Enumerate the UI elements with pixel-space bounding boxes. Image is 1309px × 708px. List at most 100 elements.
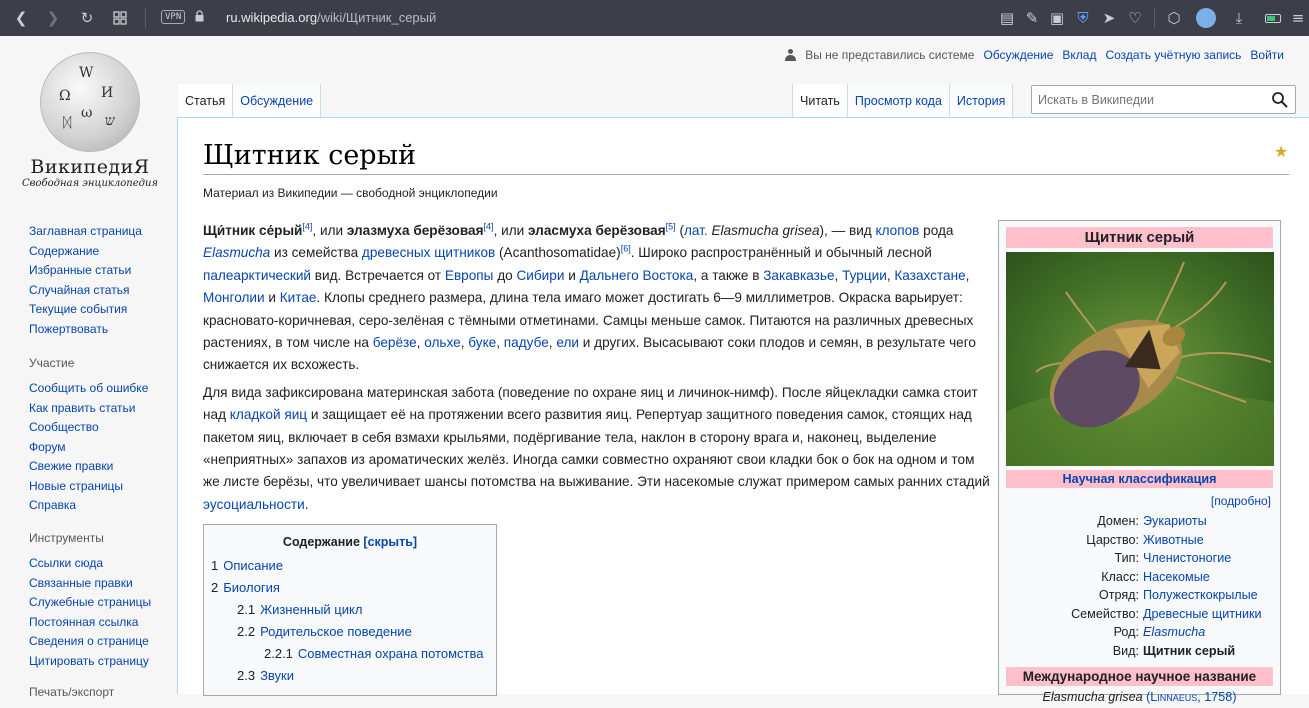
taxon-link[interactable]: Древесные щитники (1143, 605, 1280, 624)
table-of-contents: Содержание [скрыть] 1 Описание 2 Биология … (203, 524, 497, 696)
shield-icon[interactable]: ⛨ (1073, 8, 1093, 28)
forward-icon[interactable]: ❯ (43, 8, 63, 28)
download-icon[interactable]: ⤓ (1229, 8, 1249, 28)
user-icon (785, 49, 797, 61)
personal-link-talk[interactable]: Обсуждение (983, 48, 1053, 62)
toc-item[interactable]: 2.2.1 Совместная охрана потомства (211, 643, 489, 665)
send-icon[interactable]: ➤ (1099, 8, 1119, 28)
nav-link[interactable]: Текущие события (29, 300, 142, 320)
page-title: Щитник серый (203, 140, 417, 171)
toc-toggle[interactable]: [скрыть] (363, 535, 417, 549)
edit-icon[interactable]: ✎ (1022, 8, 1042, 28)
toc-item[interactable]: 2 Биология (211, 577, 489, 599)
bug-photo[interactable] (1006, 252, 1274, 466)
tab-read[interactable]: Читать (792, 84, 847, 117)
nav-link[interactable]: Сообщить об ошибке (29, 379, 148, 399)
extension-box-icon[interactable]: ⬡ (1164, 8, 1184, 28)
content-area: Щитник серый ★ Материал из Википедии — с… (177, 117, 1309, 704)
toc-item[interactable]: 2.1 Жизненный цикл (211, 599, 489, 621)
tabs-grid-icon[interactable] (110, 8, 130, 28)
namespace-tabs: Статья Обсуждение (178, 84, 322, 117)
featured-star-icon[interactable]: ★ (1274, 142, 1288, 161)
search-input[interactable] (1032, 86, 1262, 113)
title-divider (203, 174, 1289, 175)
taxon-link[interactable]: Насекомые (1143, 568, 1280, 587)
intl-name-header: Международное научное название (1006, 667, 1273, 686)
back-icon[interactable]: ❮ (11, 8, 31, 28)
taxon-row: Род: Elasmucha (999, 623, 1280, 642)
nav-link[interactable]: Форум (29, 438, 148, 458)
toc-number: 2.3 (237, 668, 256, 683)
toc-link[interactable]: Описание (223, 558, 283, 573)
tab-view-source[interactable]: Просмотр кода (846, 84, 949, 117)
toc-number: 2 (211, 580, 219, 595)
toc-number: 2.1 (237, 602, 256, 617)
taxon-link[interactable]: Животные (1143, 531, 1280, 550)
not-logged-in-text: Вы не представились системе (805, 48, 975, 62)
personal-link-contributions[interactable]: Вклад (1062, 48, 1096, 62)
personal-link-create-account[interactable]: Создать учётную запись (1105, 48, 1241, 62)
avatar[interactable] (1196, 8, 1216, 28)
nav-link[interactable]: Пожертвовать (29, 320, 142, 340)
nav-link[interactable]: Справка (29, 496, 148, 516)
nav-link[interactable]: Содержание (29, 242, 142, 262)
classification-link[interactable]: Научная классификация (1063, 472, 1217, 486)
taxon-rank: Домен: (1097, 514, 1139, 528)
nav-link[interactable]: Заглавная страница (29, 222, 142, 242)
tab-talk[interactable]: Обсуждение (232, 84, 322, 117)
toolbar-divider (145, 8, 146, 28)
toc-item[interactable]: 2.3 Звуки (211, 665, 489, 687)
logo-wordmark: ВикипедиЯ (30, 156, 150, 178)
battery-icon[interactable] (1263, 8, 1283, 28)
wikipedia-logo[interactable]: W Ω И ω ᛞ ש ВикипедиЯ Свободная энциклоп… (20, 50, 160, 195)
toc-link[interactable]: Совместная охрана потомства (298, 646, 484, 661)
nav-link[interactable]: Сведения о странице (29, 632, 151, 652)
toc-number: 1 (211, 558, 219, 573)
nav-main: Заглавная страница Содержание Избранные … (29, 222, 142, 339)
nav-link[interactable]: Служебные страницы (29, 593, 151, 613)
toc-link[interactable]: Родительское поведение (260, 624, 412, 639)
nav-link[interactable]: Новые страницы (29, 477, 148, 497)
menu-icon[interactable]: ≡ (1288, 8, 1308, 28)
infobox-more: [подробно] (999, 494, 1271, 508)
more-link[interactable]: [подробно] (1211, 494, 1271, 508)
taxon-link[interactable]: Elasmucha (1143, 623, 1280, 642)
taxon-link[interactable]: Членистоногие (1143, 549, 1280, 568)
toc-heading: Содержание [скрыть] (211, 535, 489, 549)
nav-link[interactable]: Постоянная ссылка (29, 613, 151, 633)
lock-icon[interactable] (195, 10, 204, 22)
toc-link[interactable]: Биология (223, 580, 280, 595)
tab-article[interactable]: Статья (178, 84, 233, 117)
toc-title: Содержание (282, 535, 360, 549)
nav-link[interactable]: Цитировать страницу (29, 652, 151, 672)
toc-item[interactable]: 2.2 Родительское поведение (211, 621, 489, 643)
toc-link[interactable]: Звуки (260, 668, 294, 683)
nav-link[interactable]: Как править статьи (29, 399, 148, 419)
puzzle-globe-icon: W Ω И ω ᛞ ש (40, 52, 140, 152)
personal-link-login[interactable]: Войти (1250, 48, 1284, 62)
camera-icon[interactable]: ▣ (1047, 8, 1067, 28)
tab-history[interactable]: История (948, 84, 1014, 117)
vpn-badge[interactable]: VPN (161, 10, 186, 24)
search-box (1031, 85, 1296, 114)
toc-item[interactable]: 1 Описание (211, 555, 489, 577)
taxon-rank: Семейство: (1071, 606, 1139, 621)
nav-heading: Участие (29, 356, 75, 370)
nav-link[interactable]: Связанные правки (29, 574, 151, 594)
nav-link[interactable]: Свежие правки (29, 457, 148, 477)
nav-link[interactable]: Случайная статья (29, 281, 142, 301)
heart-icon[interactable]: ♡ (1125, 8, 1145, 28)
taxon-rank: Отряд: (1098, 588, 1139, 602)
author-link[interactable]: (Linnaeus, 1758) (1146, 690, 1236, 704)
taxon-link[interactable]: Полужесткокрылые (1143, 586, 1280, 605)
reload-icon[interactable]: ↻ (77, 8, 97, 28)
nav-link[interactable]: Ссылки сюда (29, 554, 151, 574)
toc-number: 2.2.1 (264, 646, 293, 661)
address-bar[interactable]: ru.wikipedia.org/wiki/Щитник_серый (226, 10, 436, 25)
search-icon[interactable] (1271, 91, 1289, 109)
reader-icon[interactable]: ▤ (997, 8, 1017, 28)
toc-link[interactable]: Жизненный цикл (260, 602, 362, 617)
nav-link[interactable]: Избранные статьи (29, 261, 142, 281)
nav-link[interactable]: Сообщество (29, 418, 148, 438)
taxon-link[interactable]: Эукариоты (1143, 512, 1280, 531)
